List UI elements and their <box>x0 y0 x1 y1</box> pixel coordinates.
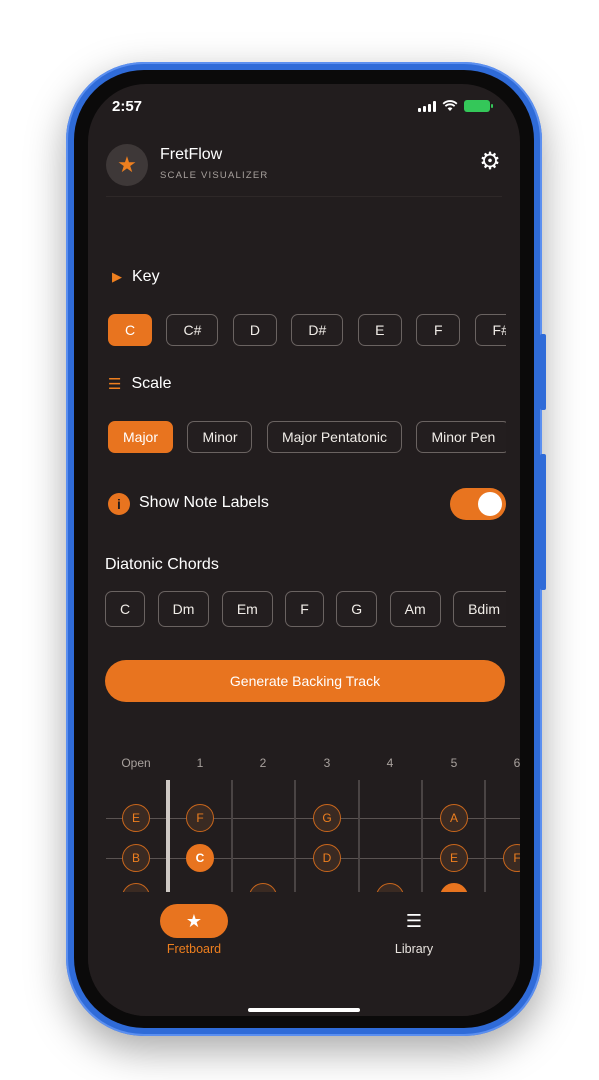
fret-label-1: 1 <box>196 756 204 770</box>
chord-chip-dm[interactable]: Dm <box>157 591 210 627</box>
note-labels-toggle[interactable] <box>450 488 506 520</box>
scale-chip-minor-pentatonic[interactable]: Minor Pen <box>416 421 506 453</box>
fret-note[interactable]: G <box>313 804 341 832</box>
note-labels-row: i Show Note Labels <box>108 488 506 522</box>
play-triangle-icon: ▶ <box>112 269 122 284</box>
chord-chip-g[interactable]: G <box>336 591 378 627</box>
fret-note[interactable]: G <box>122 883 150 892</box>
chord-list: C Dm Em F G Am Bdim <box>105 591 506 627</box>
fret-note-root[interactable]: C <box>186 844 214 872</box>
fret-label-6: 6 <box>513 756 520 770</box>
wifi-icon <box>442 100 458 111</box>
tab-library-label: Library <box>394 942 434 956</box>
list-icon: ☰ <box>405 911 423 931</box>
app-header: ★ FretFlow SCALE VISUALIZER ⚙ <box>104 142 504 192</box>
chords-title: Diatonic Chords <box>105 556 219 573</box>
fret-label-2: 2 <box>259 756 267 770</box>
scale-section-label: ☰ Scale <box>108 375 171 393</box>
key-chip-d[interactable]: D <box>232 314 277 346</box>
fret-wire <box>484 780 486 892</box>
app-subtitle: SCALE VISUALIZER <box>160 170 269 181</box>
star-icon: ★ <box>160 904 228 938</box>
fretboard[interactable]: Open 1 2 3 4 5 6 E F G A B C D E F G A B… <box>88 750 520 892</box>
fret-note[interactable]: F <box>186 804 214 832</box>
fret-label-3: 3 <box>323 756 331 770</box>
fret-wire <box>358 780 360 892</box>
chord-chip-f[interactable]: F <box>285 591 324 627</box>
fret-label-4: 4 <box>386 756 394 770</box>
app-title: FretFlow <box>160 146 223 163</box>
header-divider <box>106 196 502 197</box>
fret-label-open: Open <box>121 756 151 770</box>
generate-backing-track-button[interactable]: Generate Backing Track <box>105 660 505 702</box>
fret-wire <box>294 780 296 892</box>
key-label: Key <box>132 268 160 285</box>
battery-icon <box>464 100 493 112</box>
note-labels-label: Show Note Labels <box>139 494 269 511</box>
fret-note[interactable]: B <box>376 883 404 892</box>
fret-note[interactable]: A <box>440 804 468 832</box>
key-section-label: ▶ Key <box>112 268 160 286</box>
tab-fretboard[interactable]: ★ Fretboard <box>134 904 254 956</box>
fret-note-root[interactable]: C <box>440 883 468 892</box>
home-indicator[interactable] <box>248 1008 360 1012</box>
app-screen: 2:57 ★ FretFlow SCALE VISUALIZER ⚙ ▶ Key… <box>88 84 520 1016</box>
gear-icon[interactable]: ⚙ <box>476 148 504 176</box>
tab-bar: ★ Fretboard ☰ Library <box>88 892 520 1016</box>
tab-library[interactable]: ☰ Library <box>354 904 474 956</box>
fret-note[interactable]: E <box>122 804 150 832</box>
info-icon: i <box>108 493 130 515</box>
key-selector: C C# D D# E F F# <box>108 314 506 346</box>
key-chip-f[interactable]: F <box>416 314 461 346</box>
fret-label-5: 5 <box>450 756 458 770</box>
fret-note[interactable]: F <box>503 844 520 872</box>
fret-note[interactable]: D <box>313 844 341 872</box>
tab-fretboard-label: Fretboard <box>166 942 222 956</box>
key-chip-e[interactable]: E <box>357 314 402 346</box>
key-chip-c[interactable]: C <box>108 314 152 346</box>
star-icon: ★ <box>106 144 148 186</box>
status-icons <box>418 100 493 112</box>
chord-chip-c[interactable]: C <box>105 591 146 627</box>
scale-chip-major-pentatonic[interactable]: Major Pentatonic <box>266 421 402 453</box>
scale-chip-major[interactable]: Major <box>108 421 174 453</box>
key-chip-f-sharp[interactable]: F# <box>474 314 506 346</box>
fret-wire <box>421 780 423 892</box>
fretboard-nut <box>166 780 170 892</box>
chord-chip-am[interactable]: Am <box>389 591 441 627</box>
fret-note[interactable]: A <box>249 883 277 892</box>
chord-chip-bdim[interactable]: Bdim <box>453 591 506 627</box>
scale-chip-minor[interactable]: Minor <box>187 421 253 453</box>
key-chip-c-sharp[interactable]: C# <box>166 314 219 346</box>
chord-chip-em[interactable]: Em <box>221 591 273 627</box>
list-icon: ☰ <box>108 376 122 393</box>
status-time: 2:57 <box>112 98 143 115</box>
side-button <box>540 334 546 410</box>
fret-wire <box>231 780 233 892</box>
fret-note[interactable]: B <box>122 844 150 872</box>
side-button <box>540 454 546 590</box>
scale-selector: Major Minor Major Pentatonic Minor Pen <box>108 421 506 453</box>
fret-note[interactable]: E <box>440 844 468 872</box>
scale-label: Scale <box>131 375 172 392</box>
key-chip-d-sharp[interactable]: D# <box>291 314 344 346</box>
signal-icon <box>418 100 436 112</box>
